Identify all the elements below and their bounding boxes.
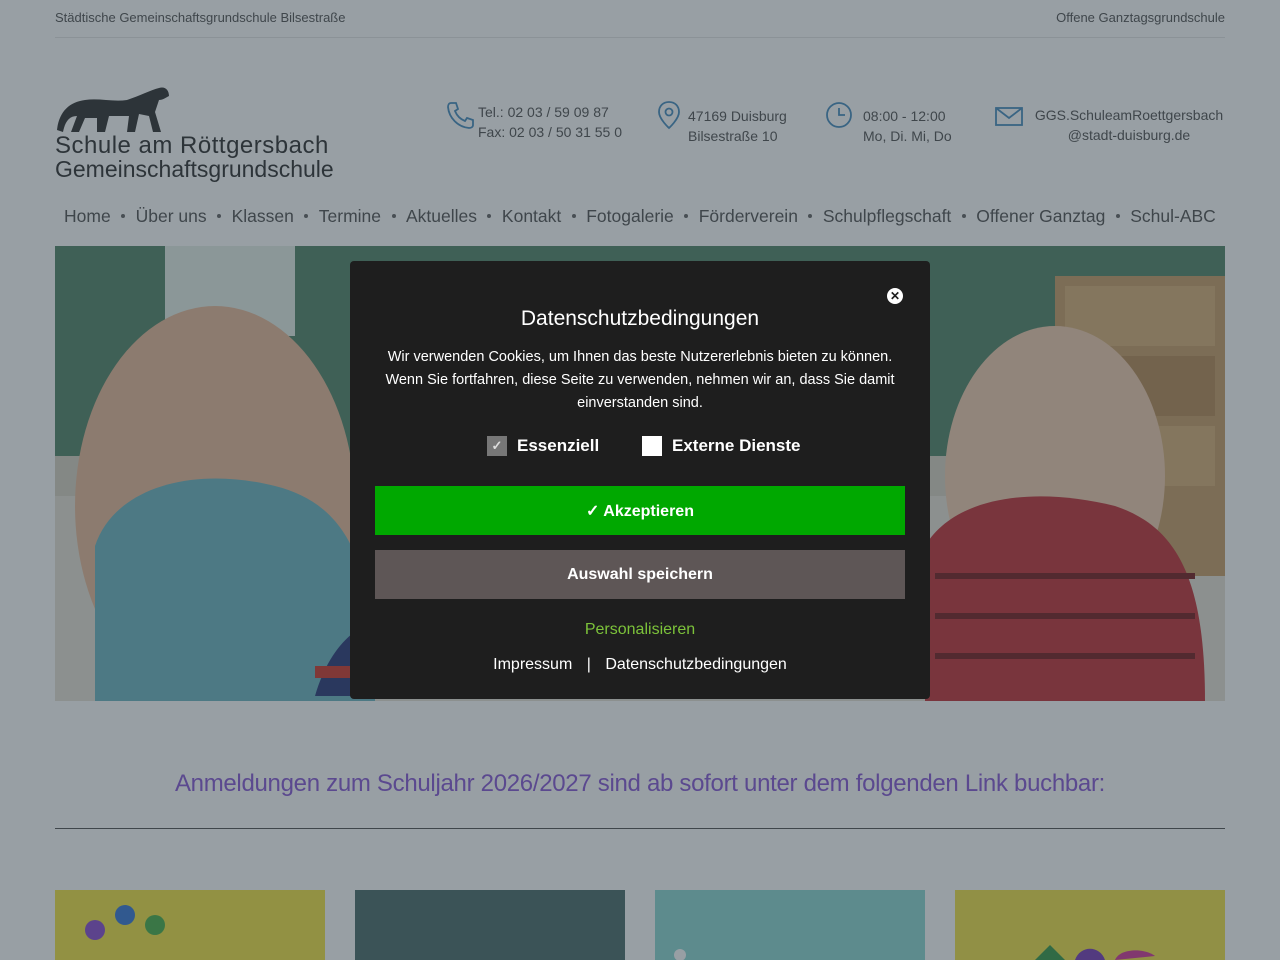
privacy-link[interactable]: Datenschutzbedingungen <box>605 656 786 674</box>
checkbox-empty-icon <box>642 436 662 456</box>
checkmark-icon: ✓ <box>487 436 507 456</box>
essential-label: Essenziell <box>517 436 600 455</box>
personalize-link[interactable]: Personalisieren <box>350 621 930 639</box>
cookie-consent-dialog: ✕ Datenschutzbedingungen Wir verwenden C… <box>350 261 930 699</box>
close-icon[interactable]: ✕ <box>887 288 903 304</box>
dialog-description: Wir verwenden Cookies, um Ihnen das best… <box>385 349 895 411</box>
essential-checkbox[interactable]: ✓ Essenziell <box>487 436 599 456</box>
external-services-label: Externe Dienste <box>672 436 801 455</box>
accept-button[interactable]: ✓ Akzeptieren <box>375 486 905 535</box>
link-separator: | <box>586 656 591 673</box>
consent-options: ✓ Essenziell Externe Dienste <box>350 436 930 466</box>
dialog-title: Datenschutzbedingungen <box>520 307 760 330</box>
imprint-link[interactable]: Impressum <box>493 656 572 674</box>
save-selection-button[interactable]: Auswahl speichern <box>375 550 905 599</box>
external-services-checkbox[interactable]: Externe Dienste <box>642 436 801 456</box>
footer-links: Impressum | Datenschutzbedingungen <box>350 656 930 674</box>
